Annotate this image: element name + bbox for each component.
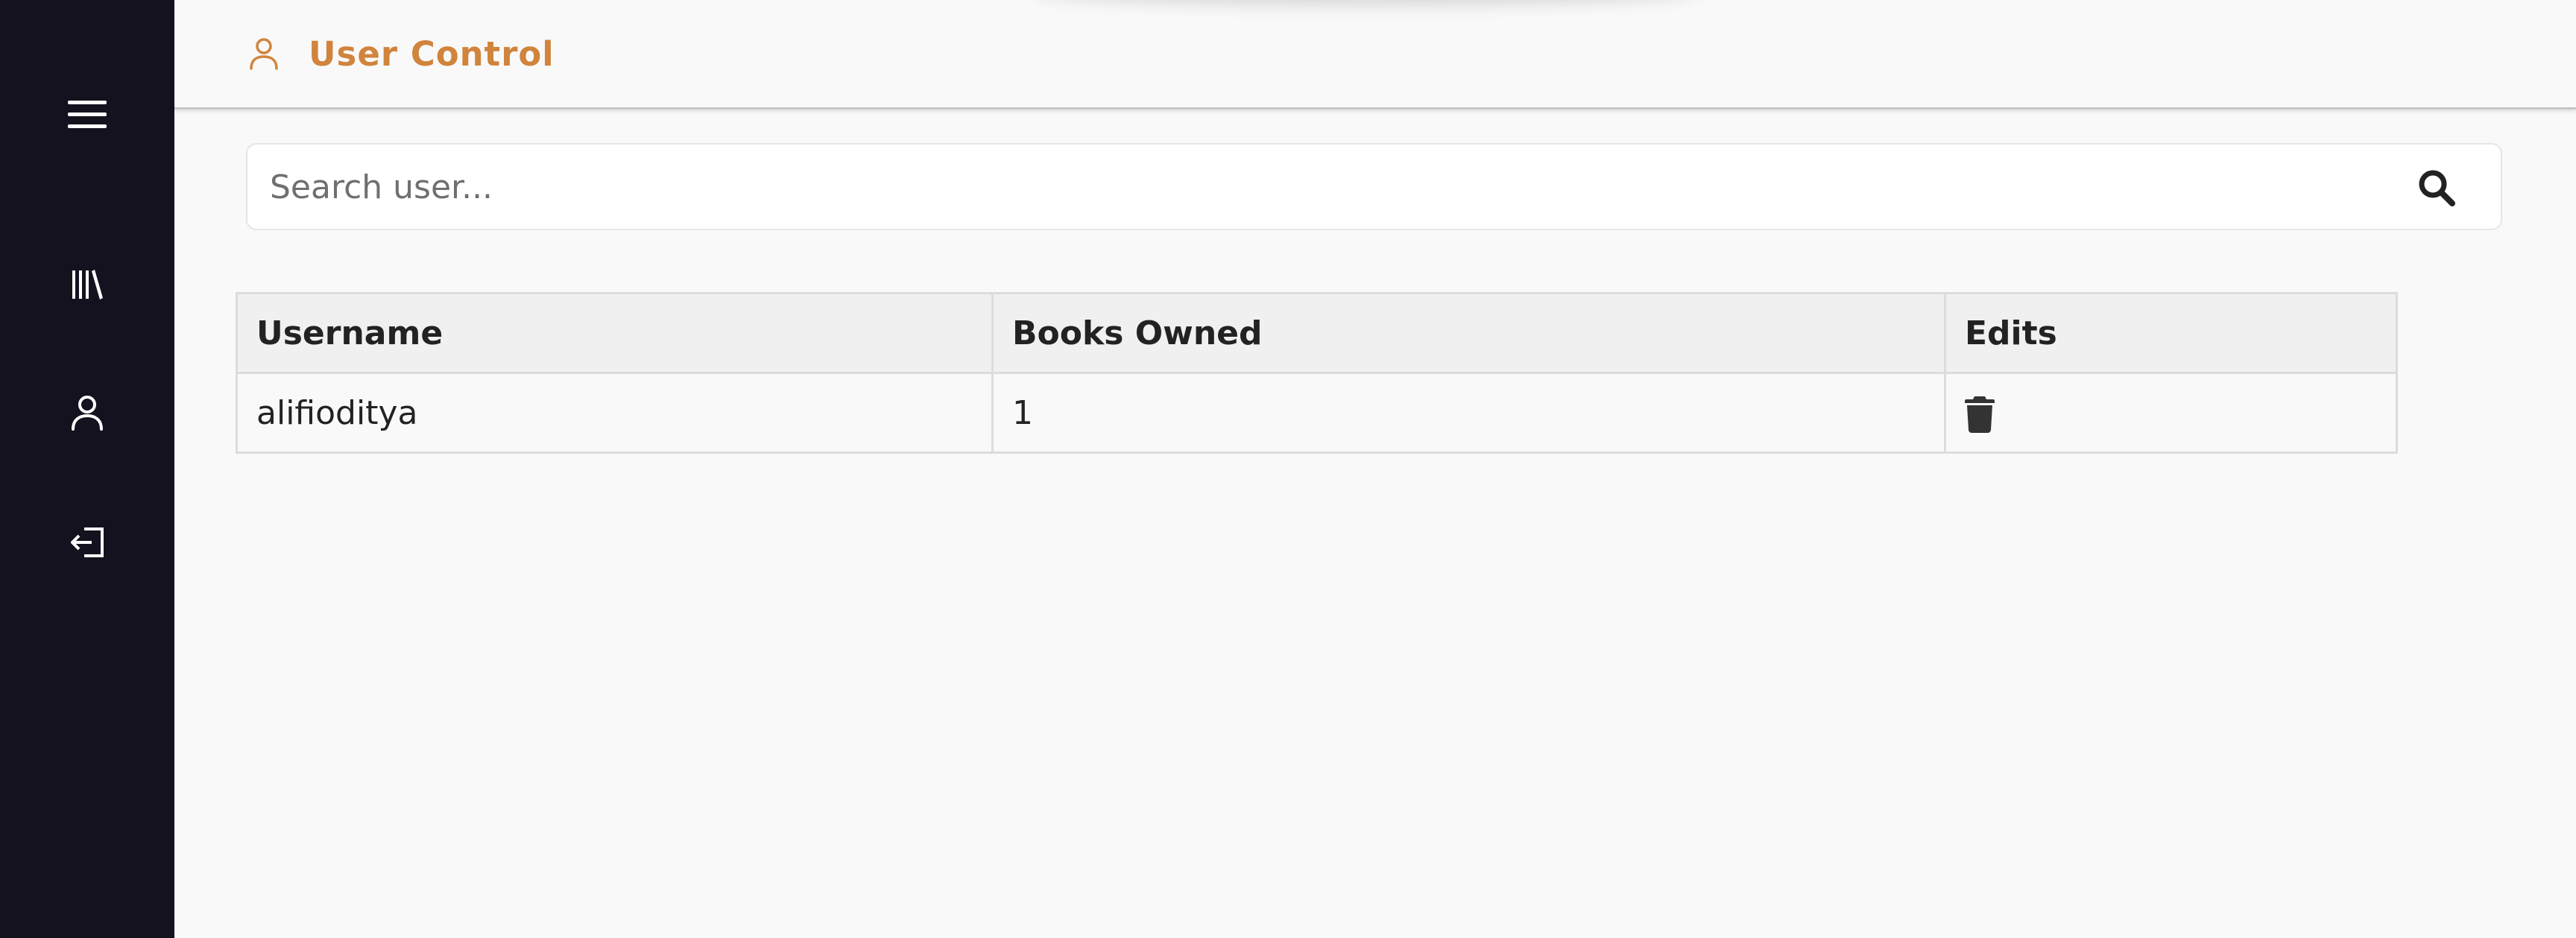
sidebar-item-library[interactable] xyxy=(0,255,174,314)
user-icon xyxy=(246,36,282,72)
library-icon xyxy=(72,270,103,300)
column-header-books-owned: Books Owned xyxy=(991,292,1946,374)
delete-user-button[interactable] xyxy=(1965,396,1995,433)
hamburger-menu-icon xyxy=(68,101,107,128)
user-icon xyxy=(72,396,103,431)
sidebar-item-logout[interactable] xyxy=(0,513,174,572)
menu-toggle-button[interactable] xyxy=(0,85,174,145)
page-title: User Control xyxy=(309,34,555,74)
sidebar xyxy=(0,0,174,938)
search-icon xyxy=(2419,170,2455,206)
search-input[interactable] xyxy=(268,145,2396,230)
search-button[interactable] xyxy=(2416,167,2457,209)
username-cell: alifioditya xyxy=(236,372,994,454)
books-owned-cell: 1 xyxy=(991,372,1946,454)
page-header: User Control xyxy=(246,30,555,77)
edits-cell xyxy=(1944,372,2398,454)
table-row: alifioditya 1 xyxy=(236,372,2398,454)
column-header-username: Username xyxy=(236,292,994,374)
trash-icon xyxy=(1965,396,1995,433)
sidebar-item-users[interactable] xyxy=(0,383,174,443)
column-header-edits: Edits xyxy=(1944,292,2398,374)
search-bar xyxy=(246,143,2502,230)
logout-icon xyxy=(71,527,104,557)
table-header-row: Username Books Owned Edits xyxy=(236,292,2398,374)
user-table: Username Books Owned Edits alifioditya 1 xyxy=(236,292,2398,454)
